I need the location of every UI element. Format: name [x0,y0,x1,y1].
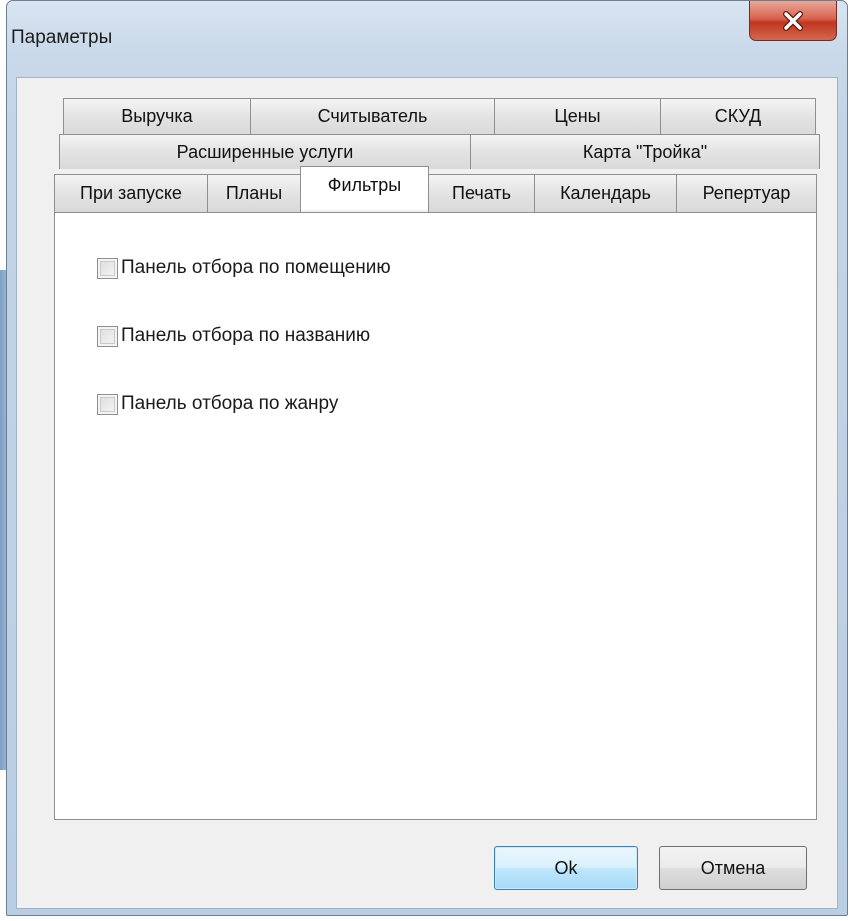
window-title: Параметры [11,27,113,48]
tab-plans[interactable]: Планы [207,174,301,212]
tab-print[interactable]: Печать [428,174,535,212]
tab-troika-card[interactable]: Карта "Тройка" [470,134,820,169]
name-filter-checkbox[interactable] [97,325,118,347]
dialog-client-area: Выручка Считыватель Цены СКУД Расширенны… [16,77,838,909]
close-icon [783,10,803,31]
options-dialog: Параметры Выручка Считыватель Цены СКУД … [6,0,848,916]
tab-revenue[interactable]: Выручка [63,98,251,134]
name-filter-option[interactable]: Панель отбора по названию [97,325,370,347]
close-button[interactable] [749,1,837,41]
genre-filter-label: Панель отбора по жанру [121,393,339,414]
tab-row-3: При запуске Планы Фильтры Печать Календа… [54,166,817,212]
tab-access-control[interactable]: СКУД [660,98,816,134]
room-filter-label: Панель отбора по помещению [121,257,391,278]
tab-row-2: Расширенные услуги Карта "Тройка" [59,134,820,169]
name-filter-label: Панель отбора по названию [121,325,371,346]
tab-startup[interactable]: При запуске [54,174,208,212]
tab-prices[interactable]: Цены [494,98,661,134]
room-filter-option[interactable]: Панель отбора по помещению [97,257,391,279]
tab-repertoire[interactable]: Репертуар [676,174,817,212]
ok-button[interactable]: Ok [494,846,638,890]
cancel-button[interactable]: Отмена [659,846,807,890]
tab-extended-services[interactable]: Расширенные услуги [59,134,471,169]
tab-filters[interactable]: Фильтры [300,166,429,210]
filters-tab-panel: Панель отбора по помещению Панель отбора… [54,212,817,820]
tab-row-1: Выручка Считыватель Цены СКУД [63,98,816,134]
tab-calendar[interactable]: Календарь [534,174,677,212]
title-bar[interactable]: Параметры [7,1,847,79]
genre-filter-option[interactable]: Панель отбора по жанру [97,393,338,415]
tab-reader[interactable]: Считыватель [250,98,495,134]
room-filter-checkbox[interactable] [97,257,118,279]
genre-filter-checkbox[interactable] [97,393,118,415]
